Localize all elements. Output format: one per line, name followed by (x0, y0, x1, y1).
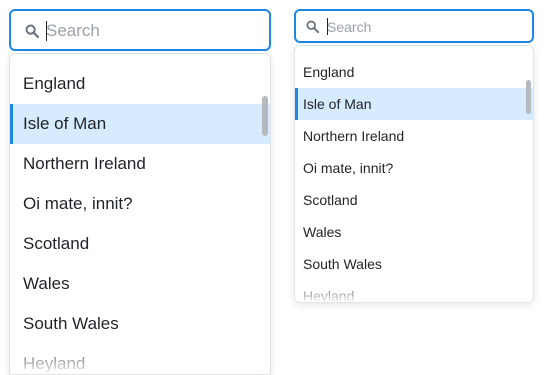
country-combobox-small: England Isle of Man Northern Ireland Oi … (294, 9, 534, 303)
option-northern-ireland[interactable]: Northern Ireland (295, 120, 533, 152)
search-box[interactable] (294, 9, 534, 43)
search-icon (306, 20, 319, 33)
search-input[interactable] (327, 17, 522, 37)
option-england[interactable]: England (10, 64, 270, 104)
option-england[interactable]: England (295, 56, 533, 88)
scrollbar-thumb[interactable] (526, 80, 531, 114)
search-icon (25, 24, 39, 38)
scrollbar-thumb[interactable] (262, 96, 268, 136)
options-list[interactable]: England Isle of Man Northern Ireland Oi … (9, 53, 271, 375)
options-list[interactable]: England Isle of Man Northern Ireland Oi … (294, 45, 534, 303)
search-input[interactable] (46, 19, 256, 43)
text-cursor (327, 18, 328, 35)
option-oi-mate-innit[interactable]: Oi mate, innit? (10, 184, 270, 224)
option-wales[interactable]: Wales (295, 216, 533, 248)
option-south-wales[interactable]: South Wales (10, 304, 270, 344)
option-wales[interactable]: Wales (10, 264, 270, 304)
option-isle-of-man[interactable]: Isle of Man (295, 88, 533, 120)
option-scotland[interactable]: Scotland (295, 184, 533, 216)
option-south-wales[interactable]: South Wales (295, 248, 533, 280)
search-box[interactable] (9, 9, 271, 51)
option-scotland[interactable]: Scotland (10, 224, 270, 264)
option-isle-of-man[interactable]: Isle of Man (10, 104, 270, 144)
option-oi-mate-innit[interactable]: Oi mate, innit? (295, 152, 533, 184)
country-combobox-large: England Isle of Man Northern Ireland Oi … (9, 9, 271, 375)
text-cursor (46, 21, 47, 41)
option-northern-ireland[interactable]: Northern Ireland (10, 144, 270, 184)
option-heyland[interactable]: Heyland (10, 344, 270, 374)
option-heyland[interactable]: Heyland (295, 280, 533, 302)
